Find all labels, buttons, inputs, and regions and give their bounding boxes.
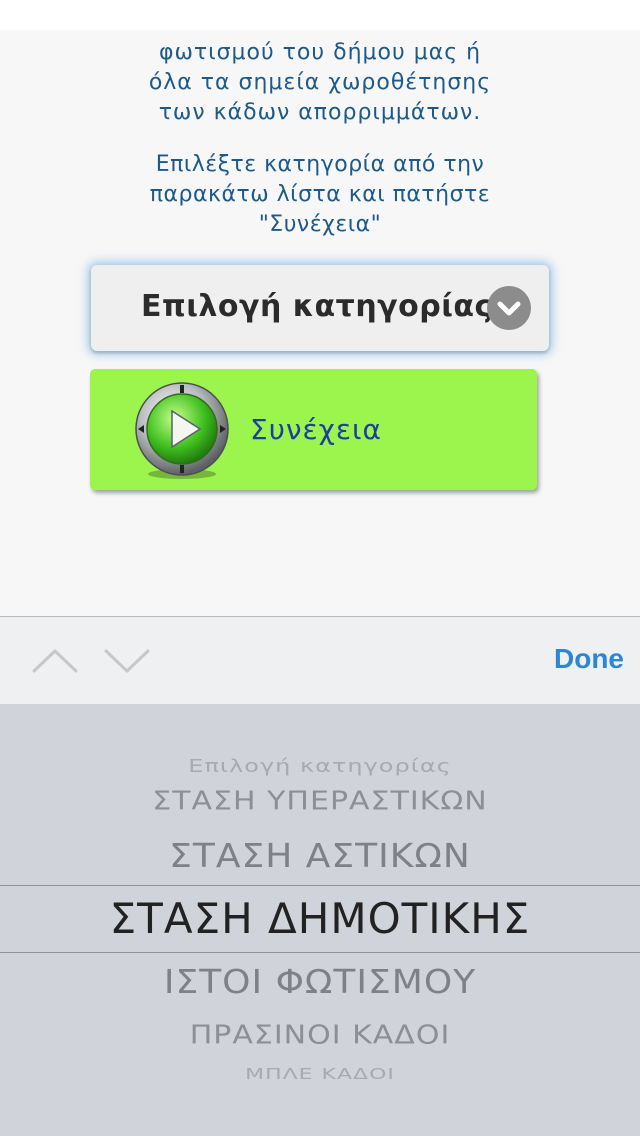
top-bar <box>0 0 640 30</box>
instructions-line-1: Επιλέξτε κατηγορία από την <box>155 152 485 177</box>
chevron-down-icon[interactable] <box>102 641 152 681</box>
instructions-line-3: "Συνέχεια" <box>258 212 382 237</box>
continue-button-label: Συνέχεια <box>250 413 382 446</box>
chevron-up-icon[interactable] <box>30 641 80 681</box>
picker-item[interactable]: ΙΣΤΟΙ ΦΩΤΙΣΜΟΥ <box>0 964 640 1002</box>
intro-line-2: όλα τα σημεία χωροθέτησης <box>148 70 492 95</box>
intro-text: φωτισμού του δήμου μας ή όλα τα σημεία χ… <box>120 38 520 128</box>
picker-item-selected[interactable]: ΣΤΑΣΗ ΔΗΜΟΤΙΚΗΣ <box>0 894 640 943</box>
picker-item[interactable]: Επιλογή κατηγορίας <box>0 756 640 777</box>
continue-button[interactable]: Συνέχεια <box>90 369 537 490</box>
picker-item[interactable]: ΜΠΛΕ ΚΑΔΟΙ <box>0 1066 640 1084</box>
category-select[interactable]: Επιλογή κατηγορίας <box>91 265 549 351</box>
picker-item[interactable]: ΠΡΑΣΙΝΟΙ ΚΑΔΟΙ <box>0 1021 640 1051</box>
picker-item[interactable]: ΣΤΑΣΗ ΥΠΕΡΑΣΤΙΚΩΝ <box>0 787 640 817</box>
category-select-label: Επιλογή κατηγορίας <box>141 289 493 324</box>
chevron-down-icon <box>487 286 531 330</box>
category-picker[interactable]: Επιλογή κατηγορίας ΣΤΑΣΗ ΥΠΕΡΑΣΤΙΚΩΝ ΣΤΑ… <box>0 704 640 1136</box>
keyboard-toolbar: Done <box>0 616 640 704</box>
instructions-line-2: παρακάτω λίστα και πατήστε <box>149 182 491 207</box>
play-icon <box>132 381 232 481</box>
done-button[interactable]: Done <box>554 643 624 675</box>
content-area: φωτισμού του δήμου μας ή όλα τα σημεία χ… <box>0 30 640 616</box>
picker-item[interactable]: ΣΤΑΣΗ ΑΣΤΙΚΩΝ <box>0 838 640 876</box>
intro-line-3: των κάδων απορριμμάτων. <box>158 100 482 125</box>
instructions-text: Επιλέξτε κατηγορία από την παρακάτω λίστ… <box>120 150 520 240</box>
screen: φωτισμού του δήμου μας ή όλα τα σημεία χ… <box>0 0 640 1136</box>
intro-line-1: φωτισμού του δήμου μας ή <box>158 40 482 65</box>
